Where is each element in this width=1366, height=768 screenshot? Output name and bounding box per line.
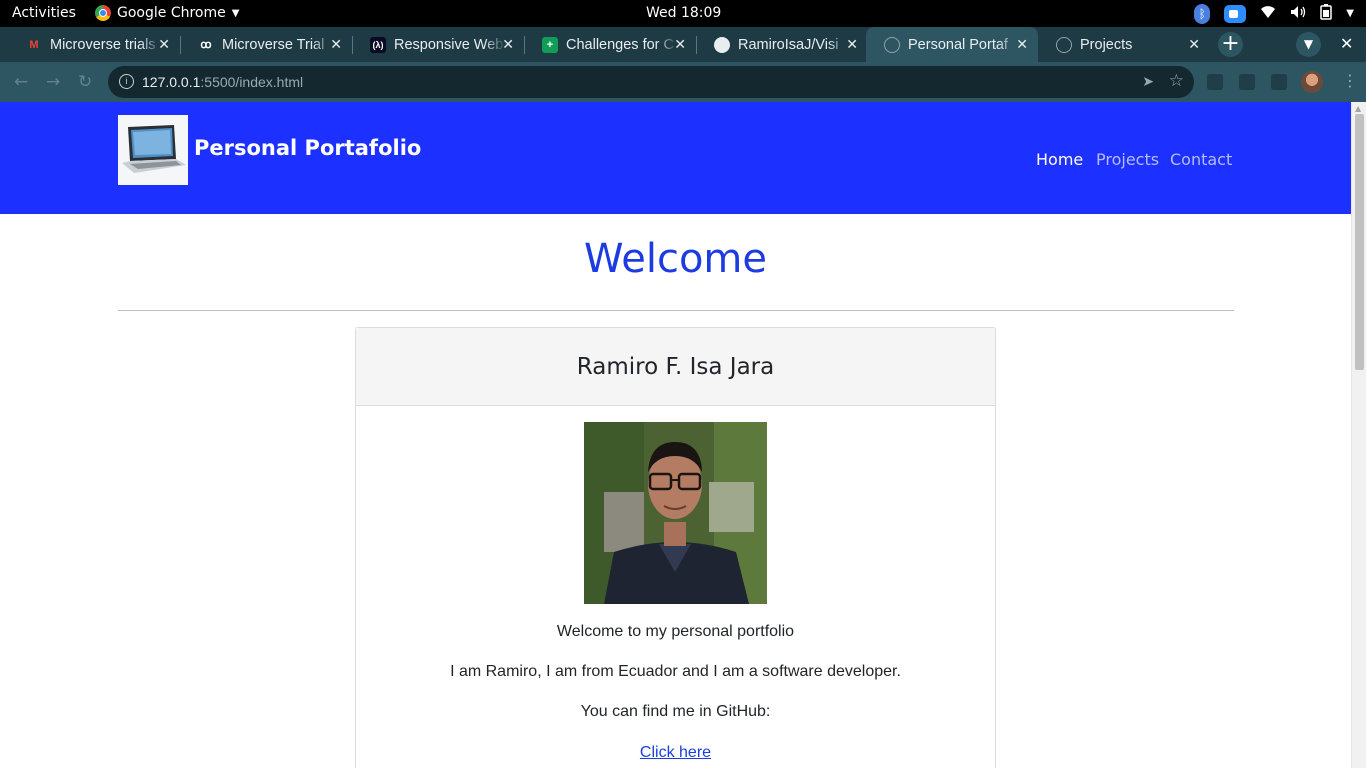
card-text-welcome: Welcome to my personal portfolio: [556, 623, 795, 640]
bluetooth-icon[interactable]: ᛒ: [1194, 3, 1211, 24]
wifi-icon[interactable]: [1260, 5, 1276, 23]
microverse-icon: ꝏ: [200, 39, 212, 51]
tab-title: RamiroIsaJ/Visi: [738, 36, 839, 53]
site-brand[interactable]: Personal Portafolio: [194, 136, 421, 160]
tab-title: Challenges for C: [566, 36, 674, 53]
window-close-icon[interactable]: ✕: [1340, 34, 1353, 53]
card-title: Ramiro F. Isa Jara: [356, 328, 995, 406]
send-icon[interactable]: ➤: [1142, 73, 1154, 90]
activities-button[interactable]: Activities: [12, 5, 76, 21]
browser-toolbar: ← → ↻ i 127.0.0.1:5500/index.html ➤ ☆ ⋮: [0, 62, 1366, 102]
tab-challenges[interactable]: + Challenges for C ✕: [524, 27, 696, 62]
tab-title: Personal Portaf: [908, 36, 1008, 53]
address-bar[interactable]: i 127.0.0.1:5500/index.html ➤ ☆: [108, 66, 1194, 98]
tab-strip: M Microverse trials ✕ ꝏ Microverse Trial…: [0, 27, 1366, 62]
url-host: 127.0.0.1: [142, 74, 201, 90]
tab-projects[interactable]: Projects ✕: [1038, 27, 1210, 62]
page-viewport: Personal Portafolio Home Projects Contac…: [0, 102, 1351, 768]
tab-title: Microverse trials: [50, 36, 156, 53]
nav-contact[interactable]: Contact: [1170, 150, 1232, 169]
tab-microverse-trial[interactable]: ꝏ Microverse Trial ✕: [180, 27, 352, 62]
tab-responsive-web[interactable]: (λ) Responsive Web ✕: [352, 27, 524, 62]
globe-icon: [884, 36, 900, 53]
extension-icon[interactable]: [1271, 74, 1287, 90]
chevron-down-icon[interactable]: ▼: [1346, 8, 1354, 19]
chevron-down-icon: ▼: [231, 7, 240, 19]
nav-home[interactable]: Home: [1036, 150, 1083, 169]
bookmark-star-icon[interactable]: ☆: [1169, 71, 1184, 91]
globe-icon: [1056, 36, 1072, 53]
reload-icon[interactable]: ↻: [78, 72, 92, 92]
github-link[interactable]: Click here: [356, 744, 995, 762]
profile-photo: [584, 422, 767, 604]
zoom-icon[interactable]: [1224, 4, 1247, 23]
gmail-icon: M: [29, 38, 39, 51]
card-text-intro: I am Ramiro, I am from Ecuador and I am …: [450, 663, 901, 680]
site-header: Personal Portafolio Home Projects Contac…: [0, 102, 1351, 214]
close-icon[interactable]: ✕: [330, 36, 342, 53]
extension-icon[interactable]: [1207, 74, 1223, 90]
page-title: Welcome: [584, 236, 767, 282]
battery-icon[interactable]: [1320, 3, 1333, 24]
tab-title: Responsive Web: [394, 36, 504, 53]
forward-arrow-icon[interactable]: →: [46, 72, 60, 92]
nav-projects[interactable]: Projects: [1096, 150, 1159, 169]
new-tab-button[interactable]: +: [1218, 32, 1243, 57]
page-scrollbar[interactable]: ▲: [1351, 102, 1366, 768]
url-path: :5500/index.html: [200, 74, 304, 90]
close-icon[interactable]: ✕: [1188, 36, 1200, 53]
back-arrow-icon[interactable]: ←: [14, 72, 28, 92]
app-menu[interactable]: Google Chrome ▼: [95, 5, 239, 21]
tab-personal-portafolio[interactable]: Personal Portaf ✕: [866, 27, 1038, 62]
freecodecamp-icon: (λ): [370, 36, 386, 53]
close-icon[interactable]: ✕: [674, 36, 686, 53]
laptop-logo[interactable]: [118, 115, 188, 185]
site-info-icon[interactable]: i: [119, 74, 134, 89]
volume-icon[interactable]: [1290, 5, 1306, 23]
scrollbar-thumb[interactable]: [1355, 114, 1364, 370]
close-icon[interactable]: ✕: [502, 36, 514, 53]
tab-title: Microverse Trial: [222, 36, 325, 53]
close-icon[interactable]: ✕: [158, 36, 170, 53]
extension-icon[interactable]: [1239, 74, 1255, 90]
divider: [118, 310, 1234, 311]
card-text-github: You can find me in GitHub:: [580, 703, 771, 720]
profile-card: Ramiro F. Isa Jara Welcome to my persona…: [355, 327, 996, 768]
system-tray[interactable]: ᛒ ▼: [1194, 3, 1354, 24]
app-name: Google Chrome: [117, 5, 226, 21]
tab-github[interactable]: RamiroIsaJ/Visi ✕: [696, 27, 868, 62]
github-icon: [714, 36, 730, 53]
tab-title: Projects: [1080, 36, 1133, 53]
clock[interactable]: Wed 18:09: [646, 5, 721, 21]
tab-search-button[interactable]: ▼: [1296, 32, 1321, 57]
system-top-bar: Activities Google Chrome ▼ Wed 18:09 ᛒ ▼: [0, 0, 1366, 27]
close-icon[interactable]: ✕: [846, 36, 858, 53]
url-text[interactable]: 127.0.0.1:5500/index.html: [142, 74, 303, 90]
chrome-icon: [95, 5, 111, 21]
tab-microverse-trials[interactable]: M Microverse trials ✕: [8, 27, 180, 62]
close-icon[interactable]: ✕: [1016, 36, 1028, 53]
profile-avatar[interactable]: [1301, 71, 1323, 93]
sheets-icon: +: [542, 36, 558, 53]
scroll-up-icon[interactable]: ▲: [1355, 104, 1361, 113]
menu-dots-icon[interactable]: ⋮: [1342, 71, 1358, 90]
